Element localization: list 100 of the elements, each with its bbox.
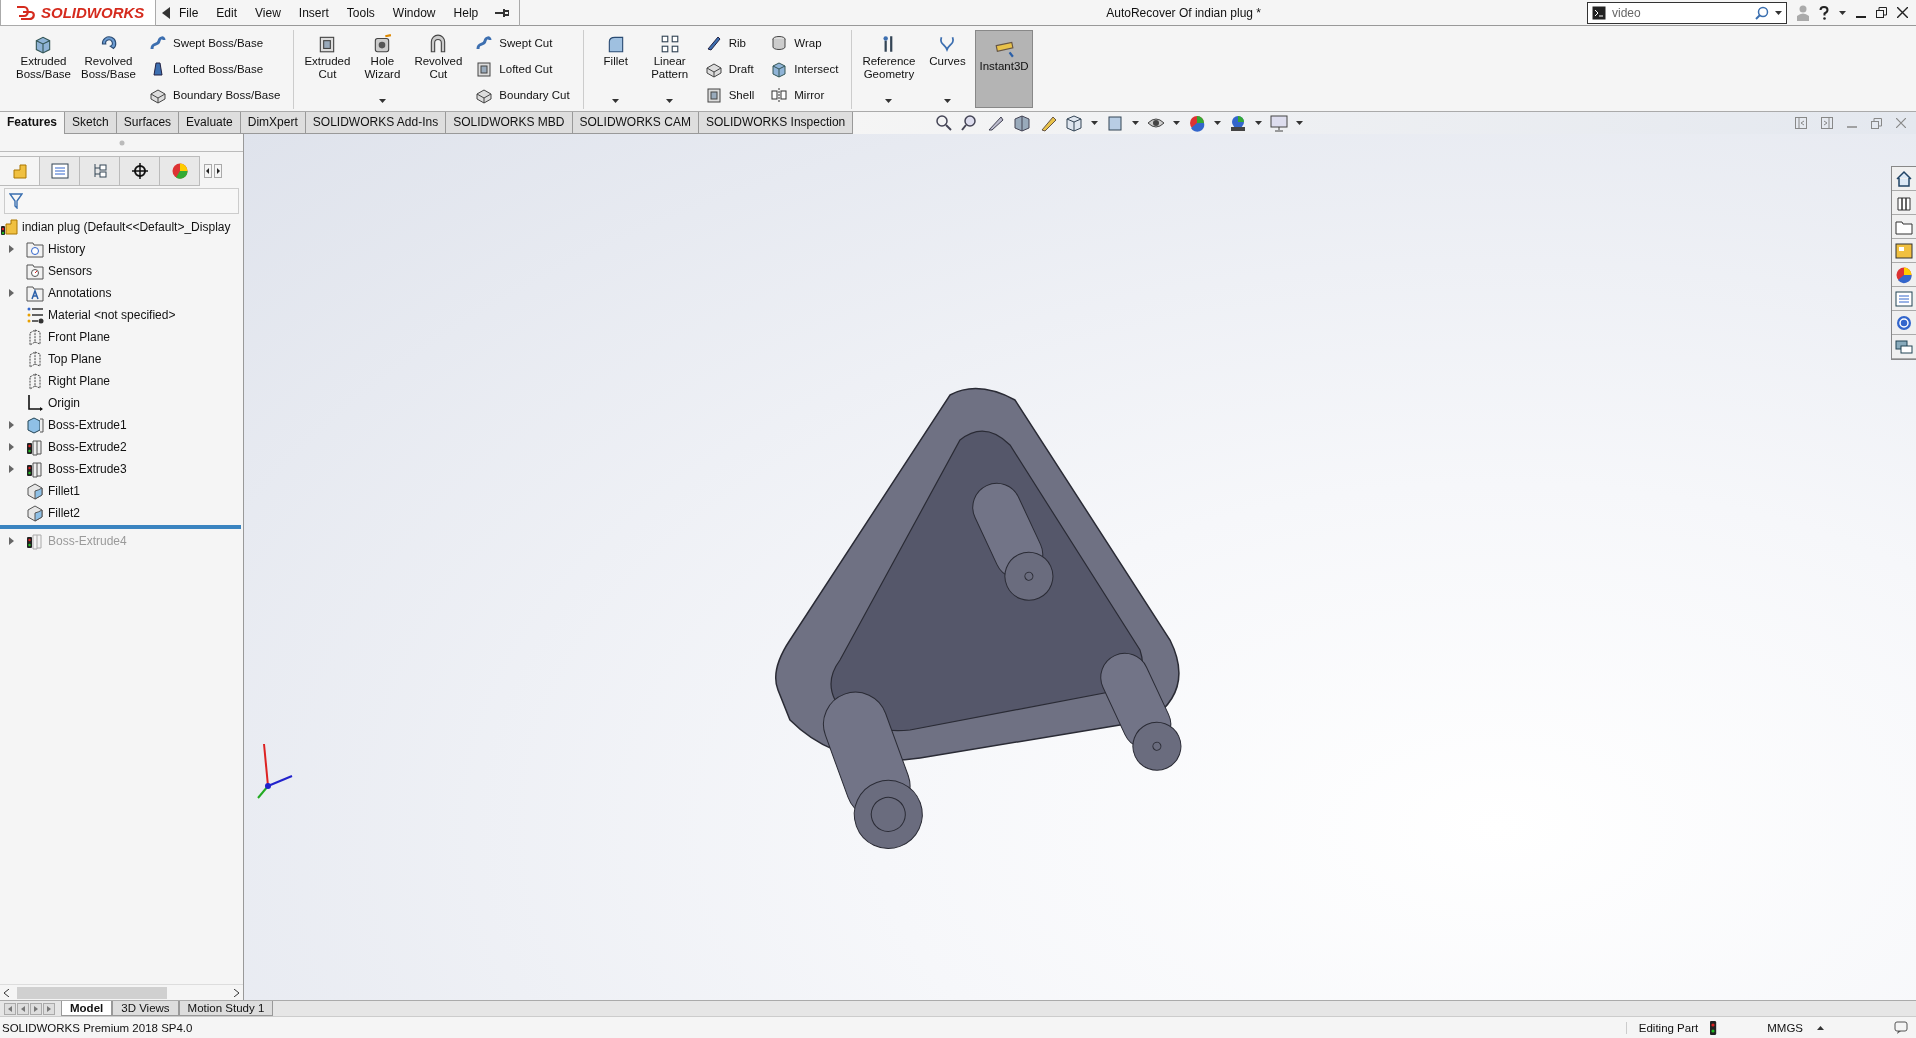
model-tab[interactable]: Motion Study 1: [178, 1001, 274, 1016]
scrollbar-thumb[interactable]: [17, 986, 167, 999]
menu-item[interactable]: Window: [383, 5, 445, 20]
ribbon-button[interactable]: Reference Geometry: [858, 30, 920, 108]
caret-icon[interactable]: [943, 99, 951, 103]
view-palette-icon[interactable]: [1895, 241, 1913, 260]
tile-left-icon[interactable]: [1795, 117, 1807, 129]
ribbon-button[interactable]: Hole Wizard: [356, 30, 409, 108]
zoom-to-fit-icon[interactable]: [935, 114, 954, 132]
scroll-right-icon[interactable]: [234, 988, 239, 997]
cube-icon[interactable]: [1065, 114, 1084, 132]
ribbon-button[interactable]: Lofted Cut: [472, 58, 573, 80]
tree-item-label[interactable]: History: [48, 242, 86, 256]
home-icon[interactable]: [1895, 169, 1913, 188]
tree-item-label[interactable]: Material <not specified>: [48, 308, 176, 322]
menu-item[interactable]: Insert: [289, 5, 338, 20]
expand-arrow-icon[interactable]: [8, 245, 14, 253]
caret-icon[interactable]: [885, 99, 893, 103]
caret-icon[interactable]: [612, 99, 620, 103]
command-tab[interactable]: SOLIDWORKS Add-Ins: [305, 112, 447, 134]
ribbon-button[interactable]: Revolved Boss/Base: [77, 30, 140, 108]
tree-item-label[interactable]: Boss-Extrude3: [48, 462, 127, 476]
ribbon-button[interactable]: Mirror: [767, 84, 842, 106]
ribbon-button[interactable]: Swept Boss/Base: [145, 32, 284, 54]
command-tab[interactable]: Surfaces: [116, 112, 180, 134]
command-tab[interactable]: SOLIDWORKS CAM: [572, 112, 699, 134]
pin-icon[interactable]: [495, 7, 510, 18]
ribbon-button[interactable]: Extruded Cut: [300, 30, 355, 108]
monitor-icon[interactable]: [1270, 114, 1289, 132]
ribbon-button[interactable]: Wrap: [767, 32, 842, 54]
ribbon-button[interactable]: Shell: [701, 84, 758, 106]
tree-root-label[interactable]: indian plug (Default<<Default>_Display: [22, 220, 231, 234]
close-icon[interactable]: [1897, 7, 1908, 18]
tree-item-label[interactable]: Fillet1: [48, 484, 80, 498]
properties-list-icon[interactable]: [1895, 289, 1913, 308]
command-tab[interactable]: SOLIDWORKS MBD: [446, 112, 573, 134]
caret-up-icon[interactable]: [1817, 1025, 1824, 1030]
ribbon-button[interactable]: Lofted Boss/Base: [145, 58, 284, 80]
ribbon-button[interactable]: Curves: [921, 30, 974, 108]
manager-tab[interactable]: [120, 156, 160, 186]
menu-item[interactable]: View: [246, 5, 290, 20]
caret-icon[interactable]: [666, 99, 674, 103]
scroll-left-icon[interactable]: [4, 988, 9, 997]
tab-scroll-icon[interactable]: [4, 1002, 16, 1015]
ribbon-button[interactable]: Rib: [701, 32, 758, 54]
search-field[interactable]: video: [1587, 1, 1787, 24]
command-tab[interactable]: DimXpert: [240, 112, 306, 134]
ribbon-button[interactable]: Revolved Cut: [410, 30, 467, 108]
appearance-ball-icon[interactable]: [1895, 265, 1913, 284]
caret-icon[interactable]: [378, 99, 386, 103]
unit-system[interactable]: MMGS: [1716, 1021, 1817, 1034]
command-tab[interactable]: SOLIDWORKS Inspection: [698, 112, 854, 134]
tree-item-label[interactable]: Top Plane: [48, 352, 102, 366]
tab-scroll-icon[interactable]: [43, 1002, 55, 1015]
menu-item[interactable]: Tools: [337, 5, 384, 20]
tree-item-label[interactable]: Sensors: [48, 264, 93, 278]
scroll-right-icon[interactable]: [214, 164, 222, 178]
menu-item[interactable]: Help: [444, 5, 488, 20]
menu-item[interactable]: File: [170, 5, 208, 20]
expand-arrow-icon[interactable]: [8, 537, 14, 545]
model-tab[interactable]: Model: [61, 1001, 113, 1016]
tile-right-icon[interactable]: [1821, 117, 1833, 129]
help-icon[interactable]: [1819, 5, 1829, 20]
ribbon-button[interactable]: Boundary Cut: [472, 84, 573, 106]
scroll-left-icon[interactable]: [204, 164, 212, 178]
tab-scroll-icon[interactable]: [17, 1002, 29, 1015]
tree-item-label[interactable]: Boss-Extrude1: [48, 418, 127, 432]
ribbon-button[interactable]: Boundary Boss/Base: [145, 84, 284, 106]
box-icon[interactable]: [1106, 114, 1125, 132]
caret-icon[interactable]: [1214, 121, 1222, 125]
chat-icon[interactable]: [1894, 1020, 1908, 1035]
expand-arrow-icon[interactable]: [8, 289, 14, 297]
command-tab[interactable]: Sketch: [65, 112, 117, 134]
filter-field[interactable]: [4, 188, 239, 214]
pencil-icon[interactable]: [1039, 114, 1058, 132]
restore-icon[interactable]: [1876, 7, 1887, 18]
ribbon-button[interactable]: Fillet: [589, 30, 642, 108]
collapse-arrow-icon[interactable]: [162, 6, 170, 19]
search-icon[interactable]: [1755, 5, 1769, 20]
tree-item-label[interactable]: Annotations: [48, 286, 112, 300]
section-view-icon[interactable]: [1013, 114, 1032, 132]
ribbon-button[interactable]: Instant3D: [975, 30, 1033, 108]
ribbon-button[interactable]: Intersect: [767, 58, 842, 80]
tree-item-label[interactable]: Fillet2: [48, 506, 80, 520]
tree-item-label[interactable]: Front Plane: [48, 330, 111, 344]
ribbon-button[interactable]: Extruded Boss/Base: [12, 30, 75, 108]
tree-item-label[interactable]: Boss-Extrude2: [48, 440, 127, 454]
chat-bubbles-icon[interactable]: [1895, 337, 1913, 356]
tree-item-label[interactable]: Right Plane: [48, 374, 111, 388]
scene-icon[interactable]: [1229, 114, 1248, 132]
caret-icon[interactable]: [1839, 10, 1846, 15]
caret-icon[interactable]: [1173, 121, 1181, 125]
expand-arrow-icon[interactable]: [8, 421, 14, 429]
caret-icon[interactable]: [1296, 121, 1304, 125]
color-ball-icon[interactable]: [1188, 114, 1207, 132]
expand-arrow-icon[interactable]: [8, 443, 14, 451]
caret-icon[interactable]: [1775, 10, 1782, 15]
caret-icon[interactable]: [1255, 121, 1263, 125]
command-tab[interactable]: Evaluate: [179, 112, 241, 134]
splitter-handle-icon[interactable]: [118, 139, 125, 146]
